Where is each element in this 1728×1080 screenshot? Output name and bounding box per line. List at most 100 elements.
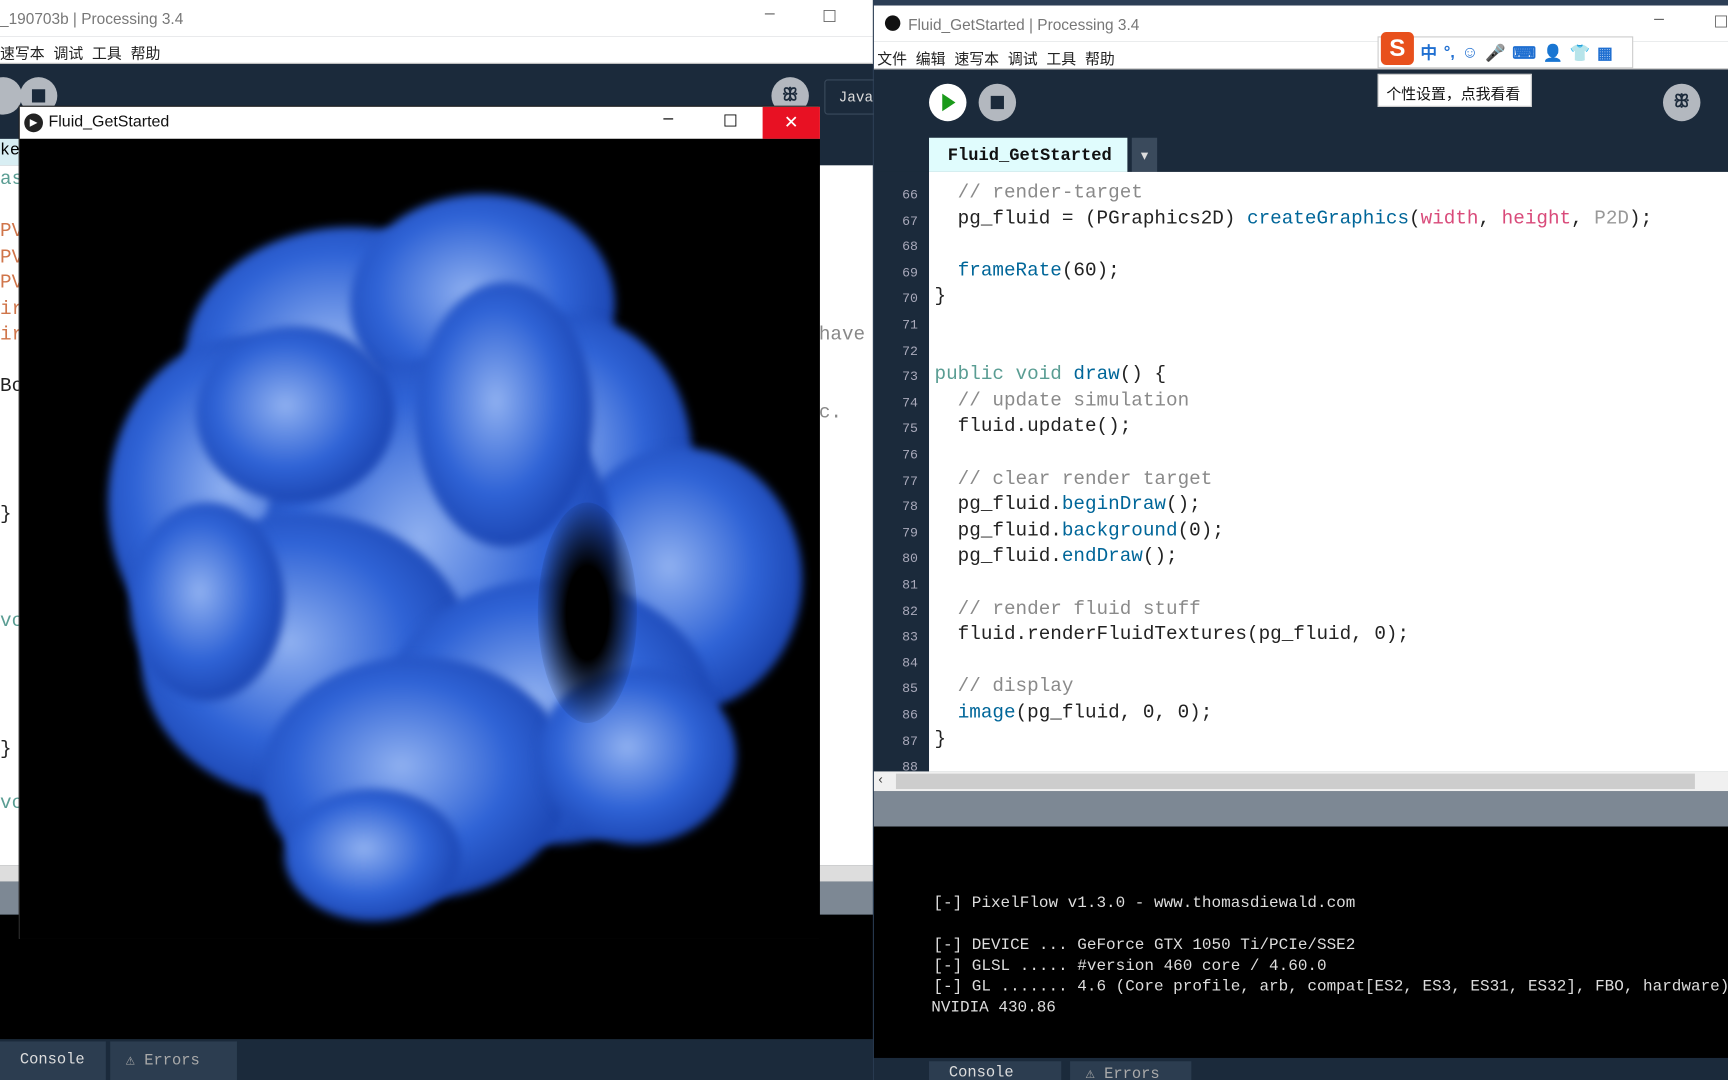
code-token: height [1501,207,1572,230]
code-line: public void draw() { [935,363,1166,388]
maximize-button[interactable]: ☐ [822,7,837,27]
code-line: // render fluid stuff [935,597,1201,622]
code-fragment: } [0,738,12,761]
code-line: } [935,727,947,752]
sogou-logo-icon[interactable]: S [1380,31,1414,65]
line-number: 81 [902,577,918,593]
console: [-] PixelFlow v1.3.0 - www.thomasdiewald… [873,826,1728,1058]
code-line: pg_fluid.endDraw(); [935,545,1178,570]
line-number: 70 [902,291,918,307]
code-token: fluid.renderFluidTextures(pg_fluid, 0); [934,623,1410,647]
menu-item[interactable]: 帮助 [131,45,161,62]
sketch-title-bar: ▶ Fluid_GetStarted – ☐ ✕ [19,106,820,139]
horizontal-scrollbar[interactable]: ‹ [873,771,1728,792]
code-line: pg_fluid = (PGraphics2D) createGraphics(… [935,207,1653,232]
code-token: image [957,701,1016,725]
minimize-button[interactable]: – [1654,10,1664,30]
menu-bar: 速写本 调试 工具 帮助 [0,36,873,64]
maximize-button[interactable]: ☐ [723,111,738,131]
code-line: image(pg_fluid, 0, 0); [935,701,1213,726]
code-token: endDraw [1061,545,1143,568]
debug-button[interactable]: ꕥ [1662,83,1701,122]
menu-item[interactable]: 速写本 [0,45,45,62]
ime-item-icon[interactable]: ⌨ [1512,42,1536,63]
code-token: ); [1629,207,1653,230]
code-token: , [1571,207,1595,230]
code-token: // render-target [934,181,1143,204]
code-line: frameRate(60); [935,259,1120,284]
line-number: 82 [902,603,918,619]
line-number-gutter: 66 67 68 69 70 71 72 73 74 75 76 77 78 79 80 81 82 83 84 85… [873,171,930,775]
menu-item[interactable]: 工具 [1046,51,1076,68]
ime-item-icon[interactable]: °, [1444,43,1455,62]
close-button[interactable]: ✕ [762,106,820,139]
line-number: 85 [902,681,918,697]
ime-toolbar: S 中 °, ☺ 🎤 ⌨ 👤 👕 ▦ [1377,31,1634,69]
ime-item-icon[interactable]: 🎤 [1485,42,1506,63]
stop-icon [990,95,1004,110]
code-line: // update simulation [934,389,1190,414]
code-token: P2D [1594,207,1630,230]
code-token: // update simulation [934,389,1190,412]
sketch-window: ▶ Fluid_GetStarted – ☐ ✕ [18,105,820,939]
tab-dropdown-button[interactable]: ▾ [1131,137,1158,172]
menu-item[interactable]: 文件 [877,51,907,68]
code-token: (); [1166,493,1201,516]
tab-errors[interactable]: ⚠ Errors [110,1041,237,1080]
tab-console[interactable]: Console [929,1061,1062,1080]
tab-console[interactable]: Console [0,1041,106,1080]
code-token: background [1061,519,1178,542]
console-line: [-] GL ....... 4.6 (Core profile, arb, c… [933,978,1728,997]
scrollbar-thumb[interactable] [895,773,1695,790]
line-number: 66 [902,187,918,203]
console-tab-label: Console [948,1064,1014,1080]
code-token: (60); [1061,259,1120,282]
code-token: public void [934,363,1074,386]
menu-item[interactable]: 帮助 [1085,51,1115,68]
menu-item[interactable]: 工具 [92,45,122,62]
code-token: (pg_fluid, 0, 0); [1015,701,1213,725]
processing-logo-icon: ▶ [24,113,43,133]
run-button[interactable] [929,83,967,122]
code-line: pg_fluid.background(0); [935,519,1224,544]
line-number: 75 [902,421,918,437]
line-number: 67 [902,213,918,229]
line-number: 74 [902,395,918,411]
tab-errors[interactable]: ⚠ Errors [1070,1061,1192,1080]
fluid-canvas[interactable] [19,138,820,939]
line-number: 86 [902,707,918,723]
line-number: 68 [902,239,918,255]
code-line: pg_fluid.beginDraw(); [935,493,1201,518]
code-editor[interactable]: // render-target pg_fluid = (PGraphics2D… [929,171,1728,772]
ime-item-icon[interactable]: 👕 [1570,42,1591,63]
code-token: createGraphics [1247,207,1410,230]
menu-item[interactable]: 编辑 [916,51,946,68]
code-fragment: have [818,323,866,347]
ime-item-icon[interactable]: 中 [1421,41,1438,64]
code-token: // clear render target [934,467,1213,490]
processing-logo-icon [884,15,901,31]
minimize-button[interactable]: – [765,4,775,24]
warning-icon: ⚠ [125,1052,145,1071]
window-title: Fluid_GetStarted | Processing 3.4 [908,15,1140,34]
code-line: fluid.update(); [935,415,1132,440]
scroll-left-icon[interactable]: ‹ [878,771,882,786]
fluid-blob [284,789,461,922]
console-line: [-] DEVICE ... GeForce GTX 1050 Ti/PCIe/… [933,936,1356,955]
ime-item-icon[interactable]: 👤 [1543,42,1564,63]
ime-item-icon[interactable]: ☺ [1462,43,1479,62]
menu-item[interactable]: 调试 [53,45,83,62]
code-line: // display [935,675,1074,700]
mode-selector[interactable]: Java [824,79,880,115]
menu-item[interactable]: 调试 [1008,51,1038,68]
ime-item-icon[interactable]: ▦ [1597,42,1613,63]
code-token: } [934,285,947,308]
line-number: 73 [902,369,918,385]
menu-item[interactable]: 速写本 [954,51,999,68]
tab-fluid-getstarted[interactable]: Fluid_GetStarted [929,137,1128,172]
stop-button[interactable] [978,83,1017,122]
minimize-button[interactable]: – [663,109,673,129]
console-line: [-] PixelFlow v1.3.0 - www.thomasdiewald… [933,894,1356,913]
maximize-button[interactable]: ☐ [1714,12,1728,32]
